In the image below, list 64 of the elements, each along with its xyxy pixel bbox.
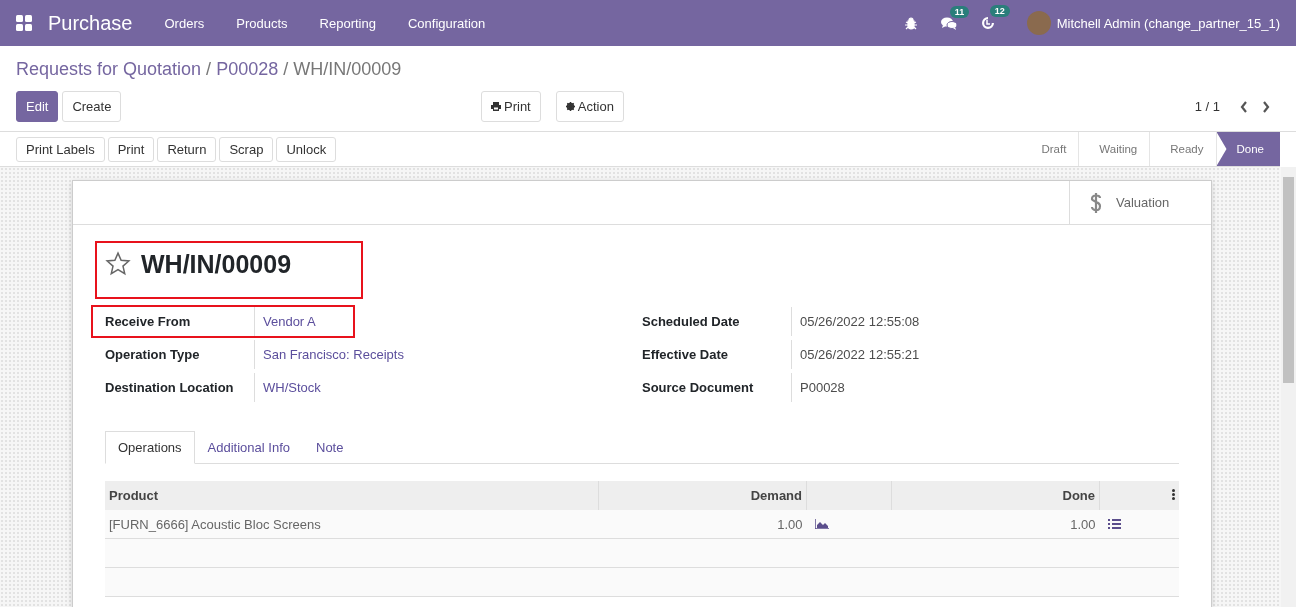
valuation-button[interactable]: Valuation	[1069, 181, 1211, 224]
field-value[interactable]: San Francisco: Receipts	[255, 347, 404, 362]
table-cell: 1.00	[891, 510, 1100, 539]
apps-grid-icon[interactable]	[16, 15, 32, 31]
table-cell: 1.00	[598, 510, 807, 539]
breadcrumb-item[interactable]: P00028	[216, 59, 279, 79]
menu-item[interactable]: Products	[220, 15, 304, 31]
field-label: Operation Type	[105, 340, 255, 369]
print-button[interactable]: Print	[481, 91, 541, 122]
header-button[interactable]: Print Labels	[16, 136, 105, 162]
chat-icon[interactable]	[940, 16, 957, 30]
header-button[interactable]: Scrap	[219, 136, 274, 162]
tab[interactable]: Operations	[105, 431, 195, 464]
tab[interactable]: Note	[303, 431, 357, 464]
area-chart-icon[interactable]	[814, 518, 829, 529]
field-label: Destination Location	[105, 373, 255, 402]
record-title: WH/IN/00009	[141, 249, 292, 279]
next-icon[interactable]	[1262, 100, 1270, 113]
column-header[interactable]: Done	[891, 481, 1100, 510]
field-label: Scheduled Date	[642, 307, 792, 336]
status-step[interactable]: Ready	[1150, 132, 1217, 166]
previous-icon[interactable]	[1240, 100, 1248, 113]
field-label: Receive From	[105, 307, 255, 336]
printer-icon	[491, 102, 501, 111]
menu-item[interactable]: Configuration	[391, 15, 502, 31]
header-button[interactable]: Print	[107, 136, 155, 162]
breadcrumb-separator: /	[206, 59, 212, 79]
clock-icon[interactable]	[980, 16, 995, 30]
user-menu[interactable]: Mitchell Admin (change_partner_15_1)	[1056, 15, 1280, 31]
field-value[interactable]: Vendor A	[255, 314, 353, 329]
header-button[interactable]: Return	[157, 136, 217, 162]
list-icon[interactable]	[1107, 518, 1121, 529]
field-value[interactable]: WH/Stock	[255, 380, 321, 395]
field-value: 05/26/2022 12:55:08	[799, 314, 920, 329]
pager-value: 1 / 1	[1194, 99, 1220, 114]
bug-icon[interactable]	[904, 16, 917, 30]
field-value: 05/26/2022 12:55:21	[799, 347, 920, 362]
breadcrumb-item[interactable]: Requests for Quotation	[16, 59, 202, 79]
notification-count: 12	[989, 5, 1010, 17]
column-header[interactable]: Product	[105, 481, 599, 510]
menu-item[interactable]: Orders	[148, 15, 221, 31]
edit-button[interactable]: Edit	[16, 91, 59, 122]
status-step[interactable]: Done	[1216, 132, 1280, 166]
create-button[interactable]: Create	[62, 91, 122, 122]
field-label: Source Document	[642, 373, 792, 402]
kebab-menu-icon[interactable]	[1172, 489, 1175, 500]
table-cell: [FURN_6666] Acoustic Bloc Screens	[105, 510, 599, 539]
column-header[interactable]: Demand	[598, 481, 807, 510]
gear-icon	[565, 102, 575, 111]
dollar-icon	[1090, 192, 1102, 213]
status-step[interactable]: Waiting	[1079, 132, 1151, 166]
tab[interactable]: Additional Info	[194, 431, 303, 464]
app-name[interactable]: Purchase	[48, 11, 133, 35]
notification-count: 11	[949, 5, 970, 18]
breadcrumb-item: WH/IN/00009	[293, 59, 402, 79]
scrollbar[interactable]	[1281, 167, 1296, 607]
status-step[interactable]: Draft	[1021, 132, 1080, 166]
header-button[interactable]: Unlock	[276, 136, 337, 162]
star-icon[interactable]	[105, 251, 131, 277]
breadcrumb-separator: /	[283, 59, 289, 79]
menu-item[interactable]: Reporting	[303, 15, 392, 31]
action-button[interactable]: Action	[555, 91, 624, 122]
field-value: P00028	[799, 380, 845, 395]
field-label: Effective Date	[642, 340, 792, 369]
